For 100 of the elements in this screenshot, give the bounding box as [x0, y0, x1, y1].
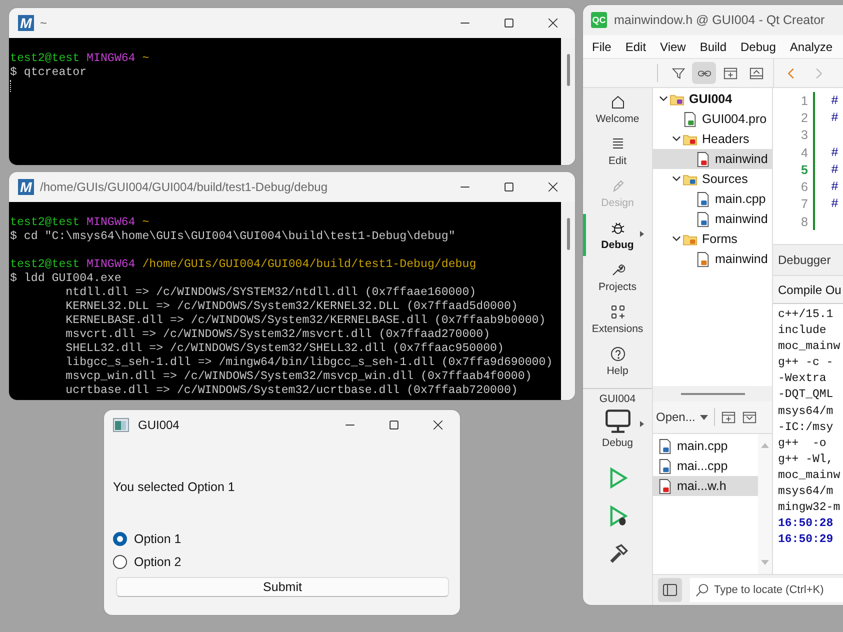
open-document-item[interactable]: mai...cpp — [653, 456, 758, 476]
open-documents-dropdown[interactable]: Open... — [653, 410, 708, 424]
mode-button[interactable]: Projects — [583, 256, 652, 298]
mode-button[interactable]: Welcome — [583, 88, 652, 130]
menu-item[interactable]: View — [653, 40, 693, 54]
maximize-icon[interactable] — [387, 418, 401, 432]
filter-icon — [670, 66, 686, 80]
expand-chevron-icon[interactable] — [658, 94, 668, 103]
tree-item[interactable]: Sources — [653, 169, 772, 189]
radio-label: Option 1 — [134, 532, 182, 546]
line-number: 6 — [800, 180, 808, 194]
document-name: main.cpp — [677, 439, 728, 453]
output-line: msvcrt.dll => /c/WINDOWS/System32/msvcrt.dll (0x7ffaad270000) — [64, 328, 492, 342]
scrollbar-thumb[interactable] — [566, 218, 570, 250]
toolbar-button[interactable] — [692, 62, 716, 84]
output-line: -IC:/msy — [778, 420, 834, 436]
submenu-arrow-icon — [640, 231, 644, 237]
open-document-item[interactable]: main.cpp — [653, 436, 758, 456]
radio-button[interactable] — [113, 555, 127, 569]
file-icon — [696, 252, 710, 266]
output-line: ntdll.dll => /c/WINDOWS/SYSTEM32/ntdll.dll (0x7ffaae160000) — [64, 286, 478, 300]
code-text: # — [831, 94, 839, 108]
tree-item-label: GUI004 — [689, 92, 732, 106]
file-icon — [696, 192, 710, 206]
menu-item[interactable]: Analyze — [782, 40, 840, 54]
collapse-icon[interactable] — [742, 410, 758, 424]
prompt-line: test2@test MINGW64 /home/GUIs/GUI004/GUI004/build/test1-Debug/debug — [10, 258, 478, 272]
expand-chevron-icon[interactable] — [672, 234, 680, 243]
mode-label: Debug — [601, 238, 634, 250]
monitor-icon — [604, 409, 630, 433]
expand-chevron-icon[interactable] — [672, 134, 680, 143]
tree-item-label: Sources — [702, 172, 748, 186]
output-line: -DQT_QML — [778, 387, 834, 404]
mode-label: Extensions — [592, 322, 644, 334]
maximize-icon[interactable] — [502, 180, 516, 194]
submenu-arrow-icon — [640, 421, 644, 427]
menu-item[interactable]: Build — [692, 40, 734, 54]
open-document-item[interactable]: mai...w.h — [653, 476, 758, 496]
output-line: c++/15.1 — [778, 307, 834, 323]
output-line: KERNEL32.DLL => /c/WINDOWS/System32/KERNEL32.DLL (0x7ffaad5d0000) — [64, 300, 519, 314]
app-icon — [113, 418, 129, 432]
menu-item[interactable]: Edit — [618, 40, 654, 54]
file-icon — [696, 212, 710, 226]
tree-item[interactable]: Forms — [653, 229, 772, 249]
splitter-handle[interactable] — [680, 392, 744, 394]
tree-item[interactable]: main.cpp — [653, 189, 772, 209]
menu-item[interactable]: File — [585, 40, 618, 54]
scrollbar-thumb[interactable] — [566, 54, 570, 86]
tree-item[interactable]: mainwind — [653, 209, 772, 229]
add-split-icon[interactable] — [721, 410, 736, 424]
submit-button[interactable]: Submit — [116, 577, 449, 597]
mode-button[interactable]: Extensions — [583, 298, 652, 340]
tree-item[interactable]: mainwind — [653, 149, 772, 169]
code-text: # — [831, 146, 839, 160]
radio-button[interactable] — [113, 532, 127, 546]
output-line: g++ -Wl, — [778, 452, 834, 468]
tree-item[interactable]: mainwind — [653, 249, 772, 269]
close-icon[interactable] — [431, 418, 445, 432]
kit-build-label: Debug — [602, 437, 633, 449]
mode-button[interactable]: Edit — [583, 130, 652, 172]
output-line: g++ -o — [778, 436, 828, 452]
output-line: ucrtbase.dll => /c/WINDOWS/System32/ucrtbase.dll (0x7ffaab720000) — [64, 384, 519, 398]
menu-item[interactable]: Debug — [734, 40, 783, 54]
window-title: GUI004 — [138, 418, 180, 432]
close-icon[interactable] — [546, 16, 560, 30]
extensions-mode-icon — [610, 304, 626, 320]
locator-field[interactable]: Type to locate (Ctrl+K) — [690, 578, 843, 602]
collapse-icon — [748, 66, 764, 80]
output-line: msys64/m — [778, 484, 834, 500]
radio-option[interactable]: Option 1 — [113, 532, 449, 546]
tree-item-label: GUI004.pro — [702, 112, 767, 126]
code-text: # — [831, 110, 839, 125]
kit-selector[interactable]: GUI004 Debug — [583, 393, 652, 459]
search-icon — [695, 583, 710, 598]
line-number: 4 — [800, 146, 808, 160]
tree-item[interactable]: Headers — [653, 129, 772, 149]
sidebar-toggle-icon[interactable] — [658, 578, 682, 602]
prompt-line: test2@test MINGW64 ~ — [10, 216, 150, 230]
output-line: moc_mainw — [778, 468, 842, 484]
output-line: mingw32-m — [778, 500, 842, 516]
add-split-icon — [722, 66, 738, 80]
code-text: # — [831, 180, 839, 194]
code-text: # — [831, 197, 839, 212]
tree-item[interactable]: GUI004 — [653, 89, 772, 109]
window-title: /home/GUIs/GUI004/GUI004/build/test1-Debug/debug — [40, 180, 328, 194]
expand-chevron-icon[interactable] — [672, 174, 680, 183]
radio-option[interactable]: Option 2 — [113, 555, 449, 569]
output-line: SHELL32.dll => /c/WINDOWS/System32/SHELL32.dll (0x7ffaac950000) — [64, 342, 505, 356]
maximize-icon[interactable] — [502, 16, 516, 30]
close-icon[interactable] — [546, 180, 560, 194]
line-number: 1 — [800, 94, 808, 108]
mode-button[interactable]: Help — [583, 340, 652, 382]
window-title: mainwindow.h @ GUI004 - Qt Creator — [614, 13, 825, 27]
output-line: 16:50:28 — [778, 516, 834, 532]
radio-label: Option 2 — [134, 555, 182, 569]
terminal-logo: M — [18, 15, 34, 31]
terminal-logo: M — [18, 179, 34, 195]
mode-button[interactable]: Debug — [583, 214, 652, 256]
tree-item[interactable]: GUI004.pro — [653, 109, 772, 129]
command-line: $ cd "C:\msys64\home\GUIs\GUI004\GUI004\build\test1-Debug\debug" — [10, 230, 456, 244]
